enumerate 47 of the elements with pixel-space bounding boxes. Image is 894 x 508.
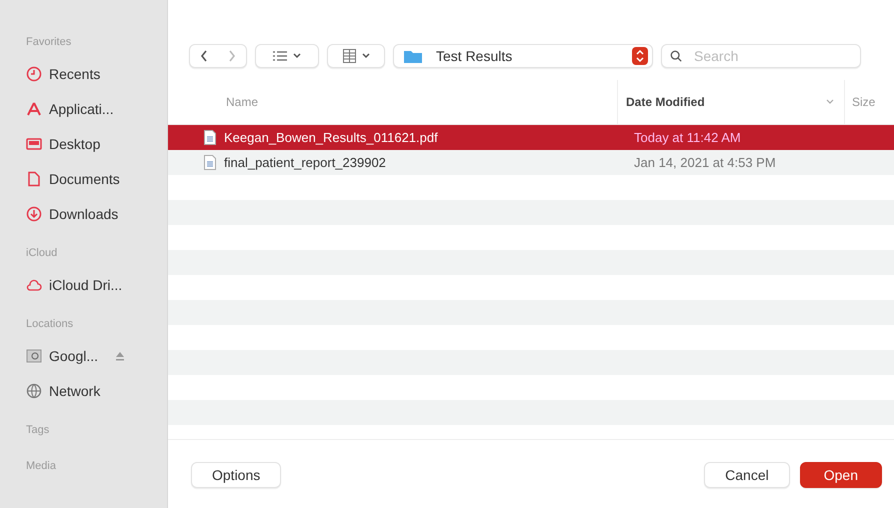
stepper-icon <box>632 46 648 64</box>
sidebar-section-title: iCloud <box>26 247 58 261</box>
sidebar-item[interactable]: Downloads <box>49 206 118 222</box>
list-icon <box>273 50 287 60</box>
grid-icon <box>342 48 356 62</box>
drive-icon <box>26 348 42 364</box>
file-row[interactable]: final_patient_report_239902 Jan 14, 2021 at 4:53 PM <box>168 150 894 175</box>
file-icon <box>204 130 216 145</box>
apps-icon <box>26 100 42 116</box>
eject-icon[interactable] <box>115 350 126 360</box>
globe-icon <box>26 382 42 398</box>
date-cell: Today at 11:42 AM <box>634 130 741 145</box>
chevron-icon <box>293 52 301 58</box>
chevron-icon <box>362 52 370 58</box>
sidebar-item[interactable]: Recents <box>49 66 100 82</box>
options-button[interactable]: Options <box>191 462 282 488</box>
sidebar-item[interactable]: Network <box>49 382 100 398</box>
sidebar-section-title: Tags <box>26 424 50 438</box>
file-row[interactable]: Keegan_Bowen_Results_011621.pdf Today at 11:42 AM <box>168 125 894 150</box>
download-icon <box>26 206 42 222</box>
sidebar-item[interactable]: iCloud Dri... <box>49 276 122 292</box>
back-icon[interactable] <box>200 50 208 62</box>
sidebar-section-title: Media <box>26 460 57 474</box>
file-name: Keegan_Bowen_Results_011621.pdf <box>224 130 439 145</box>
location-dropdown[interactable]: Test Results <box>393 44 653 68</box>
search-icon <box>670 48 682 62</box>
folder-icon <box>404 48 422 62</box>
search-input[interactable]: Search <box>692 46 852 64</box>
open-button[interactable]: Open <box>800 462 882 488</box>
search-field[interactable]: Search <box>661 44 861 68</box>
sidebar-item[interactable]: Documents <box>49 170 120 186</box>
group-button[interactable] <box>327 44 385 68</box>
file-name: final_patient_report_239902 <box>224 155 387 170</box>
clock-icon <box>26 66 42 82</box>
sidebar-item[interactable]: Applicati... <box>49 100 114 116</box>
file-icon <box>204 155 216 170</box>
list-view-button[interactable] <box>255 44 319 68</box>
document-icon <box>26 170 42 186</box>
sidebar-section-title: Locations <box>26 318 74 332</box>
sidebar-item[interactable]: Desktop <box>49 136 100 152</box>
column-header[interactable]: Date Modified <box>617 80 845 124</box>
desktop-icon <box>26 136 42 152</box>
sidebar-section-title: Favorites <box>26 36 72 50</box>
sidebar-item[interactable]: Googl... <box>49 348 98 364</box>
cancel-button[interactable]: Cancel <box>704 462 790 488</box>
sort-icon <box>826 99 834 105</box>
date-cell: Jan 14, 2021 at 4:53 PM <box>634 155 776 170</box>
